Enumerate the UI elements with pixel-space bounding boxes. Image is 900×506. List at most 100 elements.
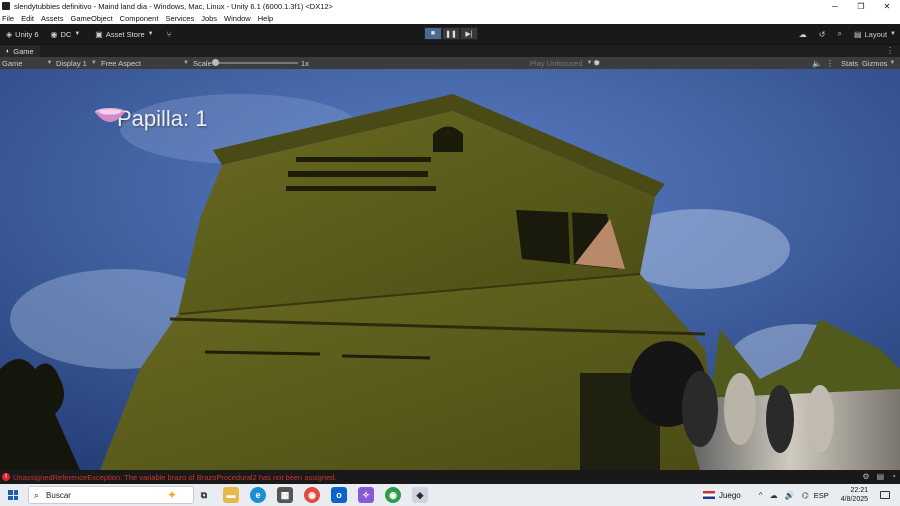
- error-message[interactable]: UnassignedReferenceException: The variab…: [13, 473, 336, 482]
- menu-file[interactable]: File: [2, 14, 14, 23]
- game-mode-dropdown[interactable]: Game ▼: [2, 59, 52, 68]
- game-mode-label: Game: [2, 58, 23, 68]
- chrome-profile-icon[interactable]: ◉: [385, 487, 401, 503]
- close-button[interactable]: ✕: [874, 0, 900, 12]
- version-control-button[interactable]: ⑂: [167, 30, 175, 39]
- cache-icon[interactable]: ▤: [877, 472, 885, 481]
- file-explorer-icon[interactable]: ▬: [223, 487, 239, 503]
- menu-edit[interactable]: Edit: [21, 14, 34, 23]
- board-gap: [288, 171, 428, 177]
- restore-button[interactable]: ❐: [848, 0, 874, 12]
- aspect-label: Free Aspect: [101, 58, 142, 68]
- pinned-apps: ⧉ ▬ e ▦ ◉ o ✧ ◉ ◈: [196, 487, 439, 503]
- gizmos-label: Gizmos: [862, 58, 888, 68]
- unity-version-label: Unity 6: [15, 29, 39, 39]
- cloud-tray-icon[interactable]: ☁: [770, 491, 778, 500]
- menu-services[interactable]: Services: [165, 14, 194, 23]
- asset-store-dropdown[interactable]: ▣ Asset Store ▼: [95, 30, 156, 39]
- unity-hub-icon[interactable]: ◈: [412, 487, 428, 503]
- house-trim: [341, 354, 431, 360]
- chrome-icon[interactable]: ◉: [304, 487, 320, 503]
- chevron-down-icon: ▼: [890, 31, 896, 37]
- window-titlebar: slendytubbies definitivo - Maind land di…: [0, 0, 900, 12]
- display-options-icon[interactable]: ⋮: [826, 59, 834, 68]
- chevron-down-icon: ▼: [46, 60, 53, 66]
- stats-button[interactable]: Stats: [841, 59, 858, 68]
- menu-bar: File Edit Assets GameObject Component Se…: [0, 12, 900, 24]
- bowl-icon: [95, 108, 125, 122]
- volume-icon[interactable]: 🔊: [785, 491, 795, 500]
- more-options-icon[interactable]: ⋮: [886, 46, 894, 55]
- outlook-icon[interactable]: o: [331, 487, 347, 503]
- task-view-icon[interactable]: ⧉: [196, 487, 212, 503]
- edge-browser-icon[interactable]: e: [250, 487, 266, 503]
- store-icon[interactable]: ▦: [277, 487, 293, 503]
- chevron-down-icon: ▼: [90, 60, 97, 66]
- search-highlight-icon: ✦: [166, 488, 177, 502]
- copilot-icon[interactable]: ✧: [358, 487, 374, 503]
- bag-icon: ▣: [95, 29, 103, 39]
- game-view-toolbar: Game ▼ Display 1 ▼ Free Aspect ▼ Scale 1…: [0, 57, 900, 69]
- language-indicator[interactable]: ESP: [814, 491, 829, 500]
- game-widget[interactable]: Juego: [702, 490, 741, 500]
- debug-icon[interactable]: ⚙: [862, 472, 869, 481]
- scale-slider-track[interactable]: [214, 62, 298, 64]
- aspect-dropdown[interactable]: Free Aspect ▼: [101, 59, 189, 68]
- network-icon[interactable]: ⌬: [802, 491, 809, 500]
- scale-slider-handle[interactable]: [212, 59, 219, 66]
- account-label: DC: [60, 29, 72, 39]
- tab-bar: ◐ Game ⋮: [0, 44, 900, 58]
- layout-dropdown[interactable]: ▤ Layout ▼: [854, 30, 896, 39]
- gizmos-dropdown[interactable]: Gizmos ▼: [862, 59, 895, 68]
- cloud-icon[interactable]: ☁: [799, 30, 807, 39]
- console-status-bar[interactable]: ! UnassignedReferenceException: The vari…: [0, 470, 900, 484]
- unity-logo-icon: ◈: [6, 29, 13, 39]
- taskbar-search[interactable]: ⌕ Buscar ✦: [28, 486, 194, 504]
- search-icon[interactable]: ⌕: [837, 29, 841, 39]
- unity-version-button[interactable]: ◈ Unity 6: [6, 30, 39, 39]
- audio-icon[interactable]: 🔈: [812, 59, 822, 68]
- clock[interactable]: 22:21 4/8/2025: [841, 486, 868, 504]
- notifications-icon[interactable]: [880, 491, 890, 499]
- menu-jobs[interactable]: Jobs: [201, 14, 217, 23]
- account-dropdown[interactable]: ◉ DC ▼: [51, 30, 84, 39]
- stop-icon: ■: [430, 30, 436, 37]
- branch-icon: ⑂: [166, 29, 172, 39]
- hud-counter: Papilla: 1: [93, 106, 208, 132]
- os-taskbar: ⌕ Buscar ✦ ⧉ ▬ e ▦ ◉ o ✧ ◉ ◈ Juego ^ ☁ 🔊…: [0, 484, 900, 506]
- menu-gameobject[interactable]: GameObject: [71, 14, 113, 23]
- menu-assets[interactable]: Assets: [41, 14, 64, 23]
- chevron-down-icon: ▼: [147, 31, 154, 37]
- toolbar-right: ☁ ↺ ⌕ ▤ Layout ▼: [787, 24, 896, 44]
- tab-game[interactable]: ◐ Game: [0, 44, 40, 58]
- windows-logo-icon: [8, 490, 18, 500]
- pause-button[interactable]: ❚❚: [442, 27, 460, 40]
- mlb-flag-icon: [702, 491, 715, 499]
- display-label: Display 1: [56, 58, 87, 68]
- display-dropdown[interactable]: Display 1 ▼: [56, 59, 97, 68]
- menu-component[interactable]: Component: [120, 14, 159, 23]
- play-mode-dropdown[interactable]: Play Unfocused ▼: [530, 59, 592, 68]
- status-right: ⚙ ▤ ◔: [855, 472, 896, 481]
- game-view[interactable]: Papilla: 1: [0, 69, 900, 470]
- history-icon[interactable]: ↺: [819, 30, 826, 39]
- window-controls: ─ ❐ ✕: [822, 0, 900, 12]
- start-button[interactable]: [0, 484, 26, 506]
- clock-time: 22:21: [850, 487, 868, 494]
- sun-icon[interactable]: ✹: [593, 58, 601, 69]
- menu-window[interactable]: Window: [224, 14, 251, 23]
- menu-help[interactable]: Help: [258, 14, 273, 23]
- gamepad-icon: ◐: [6, 47, 11, 55]
- step-button[interactable]: ▶|: [460, 27, 478, 40]
- tab-game-label: Game: [13, 46, 34, 56]
- attic-window: [433, 126, 463, 152]
- minimize-button[interactable]: ─: [822, 0, 848, 12]
- chevron-down-icon: ▼: [74, 31, 81, 37]
- chevron-up-icon[interactable]: ^: [759, 491, 763, 500]
- progress-icon[interactable]: ◔: [891, 472, 896, 481]
- game-widget-label: Juego: [718, 490, 741, 500]
- scale-value: 1x: [301, 58, 309, 68]
- play-button[interactable]: ■: [424, 27, 442, 40]
- window-title: slendytubbies definitivo - Maind land di…: [14, 1, 333, 11]
- search-icon: ⌕: [34, 489, 40, 500]
